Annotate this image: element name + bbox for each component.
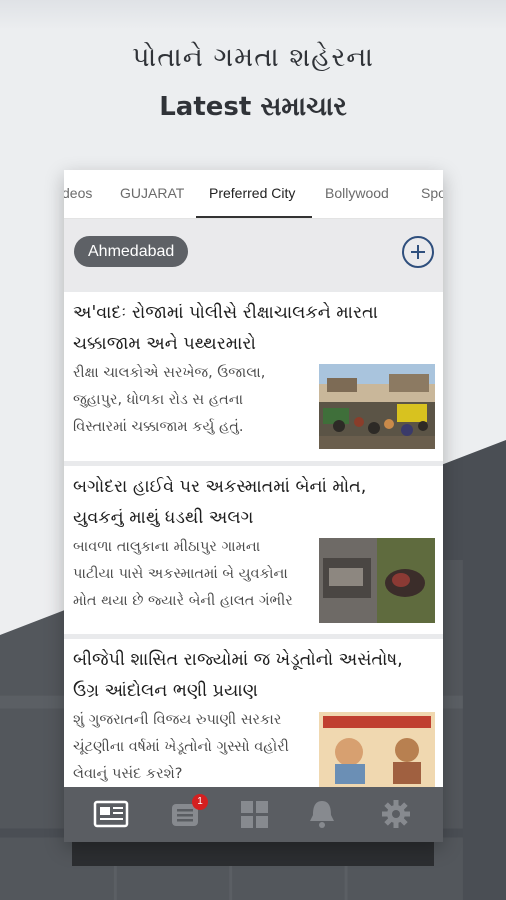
bell-icon[interactable] — [304, 799, 340, 829]
news-summary: શું ગુજરાતની વિજય રુપાણી સરકાર ચૂંટણીના … — [73, 712, 289, 782]
news-thumbnail-crowd — [319, 364, 435, 449]
news-item[interactable]: બીજેપી શાસિત રાજ્યોમાં જ ખેડૂતોનો અસંતોષ… — [64, 639, 443, 787]
app-screen: deos GUJARAT Preferred City Bollywood Sp… — [64, 170, 443, 842]
news-title: બગોદરા હાઈવે પર અકસ્માતમાં બેનાં મોત, યુ… — [73, 477, 367, 528]
grid-icon[interactable] — [236, 799, 272, 829]
add-city-button[interactable] — [402, 236, 434, 268]
news-title: બીજેપી શાસિત રાજ્યોમાં જ ખેડૂતોનો અસંતોષ… — [73, 650, 403, 701]
tab-videos[interactable]: deos — [64, 185, 92, 201]
news-summary: રીક્ષા ચાલકોએ સરખેજ, ઉજાલા, જુહાપુર, ધોળ… — [73, 365, 266, 435]
city-chip-ahmedabad[interactable]: Ahmedabad — [74, 236, 189, 267]
newspaper-icon[interactable] — [93, 799, 129, 829]
top-background — [0, 0, 506, 30]
news-thumbnail-farmers — [319, 712, 435, 787]
device-shadow — [72, 842, 434, 866]
news-summary: બાવળા તાલુકાના મીઠાપુર ગામના પાટીયા પાસે… — [73, 539, 293, 609]
promo-headline-line1: પોતાને ગમતા શહેરના — [131, 42, 375, 73]
tab-bollywood[interactable]: Bollywood — [325, 185, 389, 201]
tab-preferred-city[interactable]: Preferred City — [209, 185, 295, 201]
promo-headline-line2: Latest સમાચાર — [159, 92, 347, 122]
news-thumbnail-accident — [319, 538, 435, 623]
category-tabs: deos GUJARAT Preferred City Bollywood Sp… — [64, 170, 443, 219]
news-item[interactable]: અ'વાદઃ રોજામાં પોલીસે રીક્ષાચાલકને મારતા… — [64, 292, 443, 461]
notification-badge: 1 — [192, 794, 208, 810]
bottom-navigation: 1 — [64, 787, 443, 842]
gear-icon[interactable] — [378, 799, 414, 829]
news-title: અ'વાદઃ રોજામાં પોલીસે રીક્ષાચાલકને મારતા… — [73, 303, 378, 354]
tab-gujarat[interactable]: GUJARAT — [120, 185, 184, 201]
active-tab-indicator — [196, 216, 312, 218]
city-filter-bar: Ahmedabad — [64, 220, 443, 290]
tab-sports[interactable]: Spo — [421, 185, 443, 201]
news-item[interactable]: બગોદરા હાઈવે પર અકસ્માતમાં બેનાં મોત, યુ… — [64, 466, 443, 634]
